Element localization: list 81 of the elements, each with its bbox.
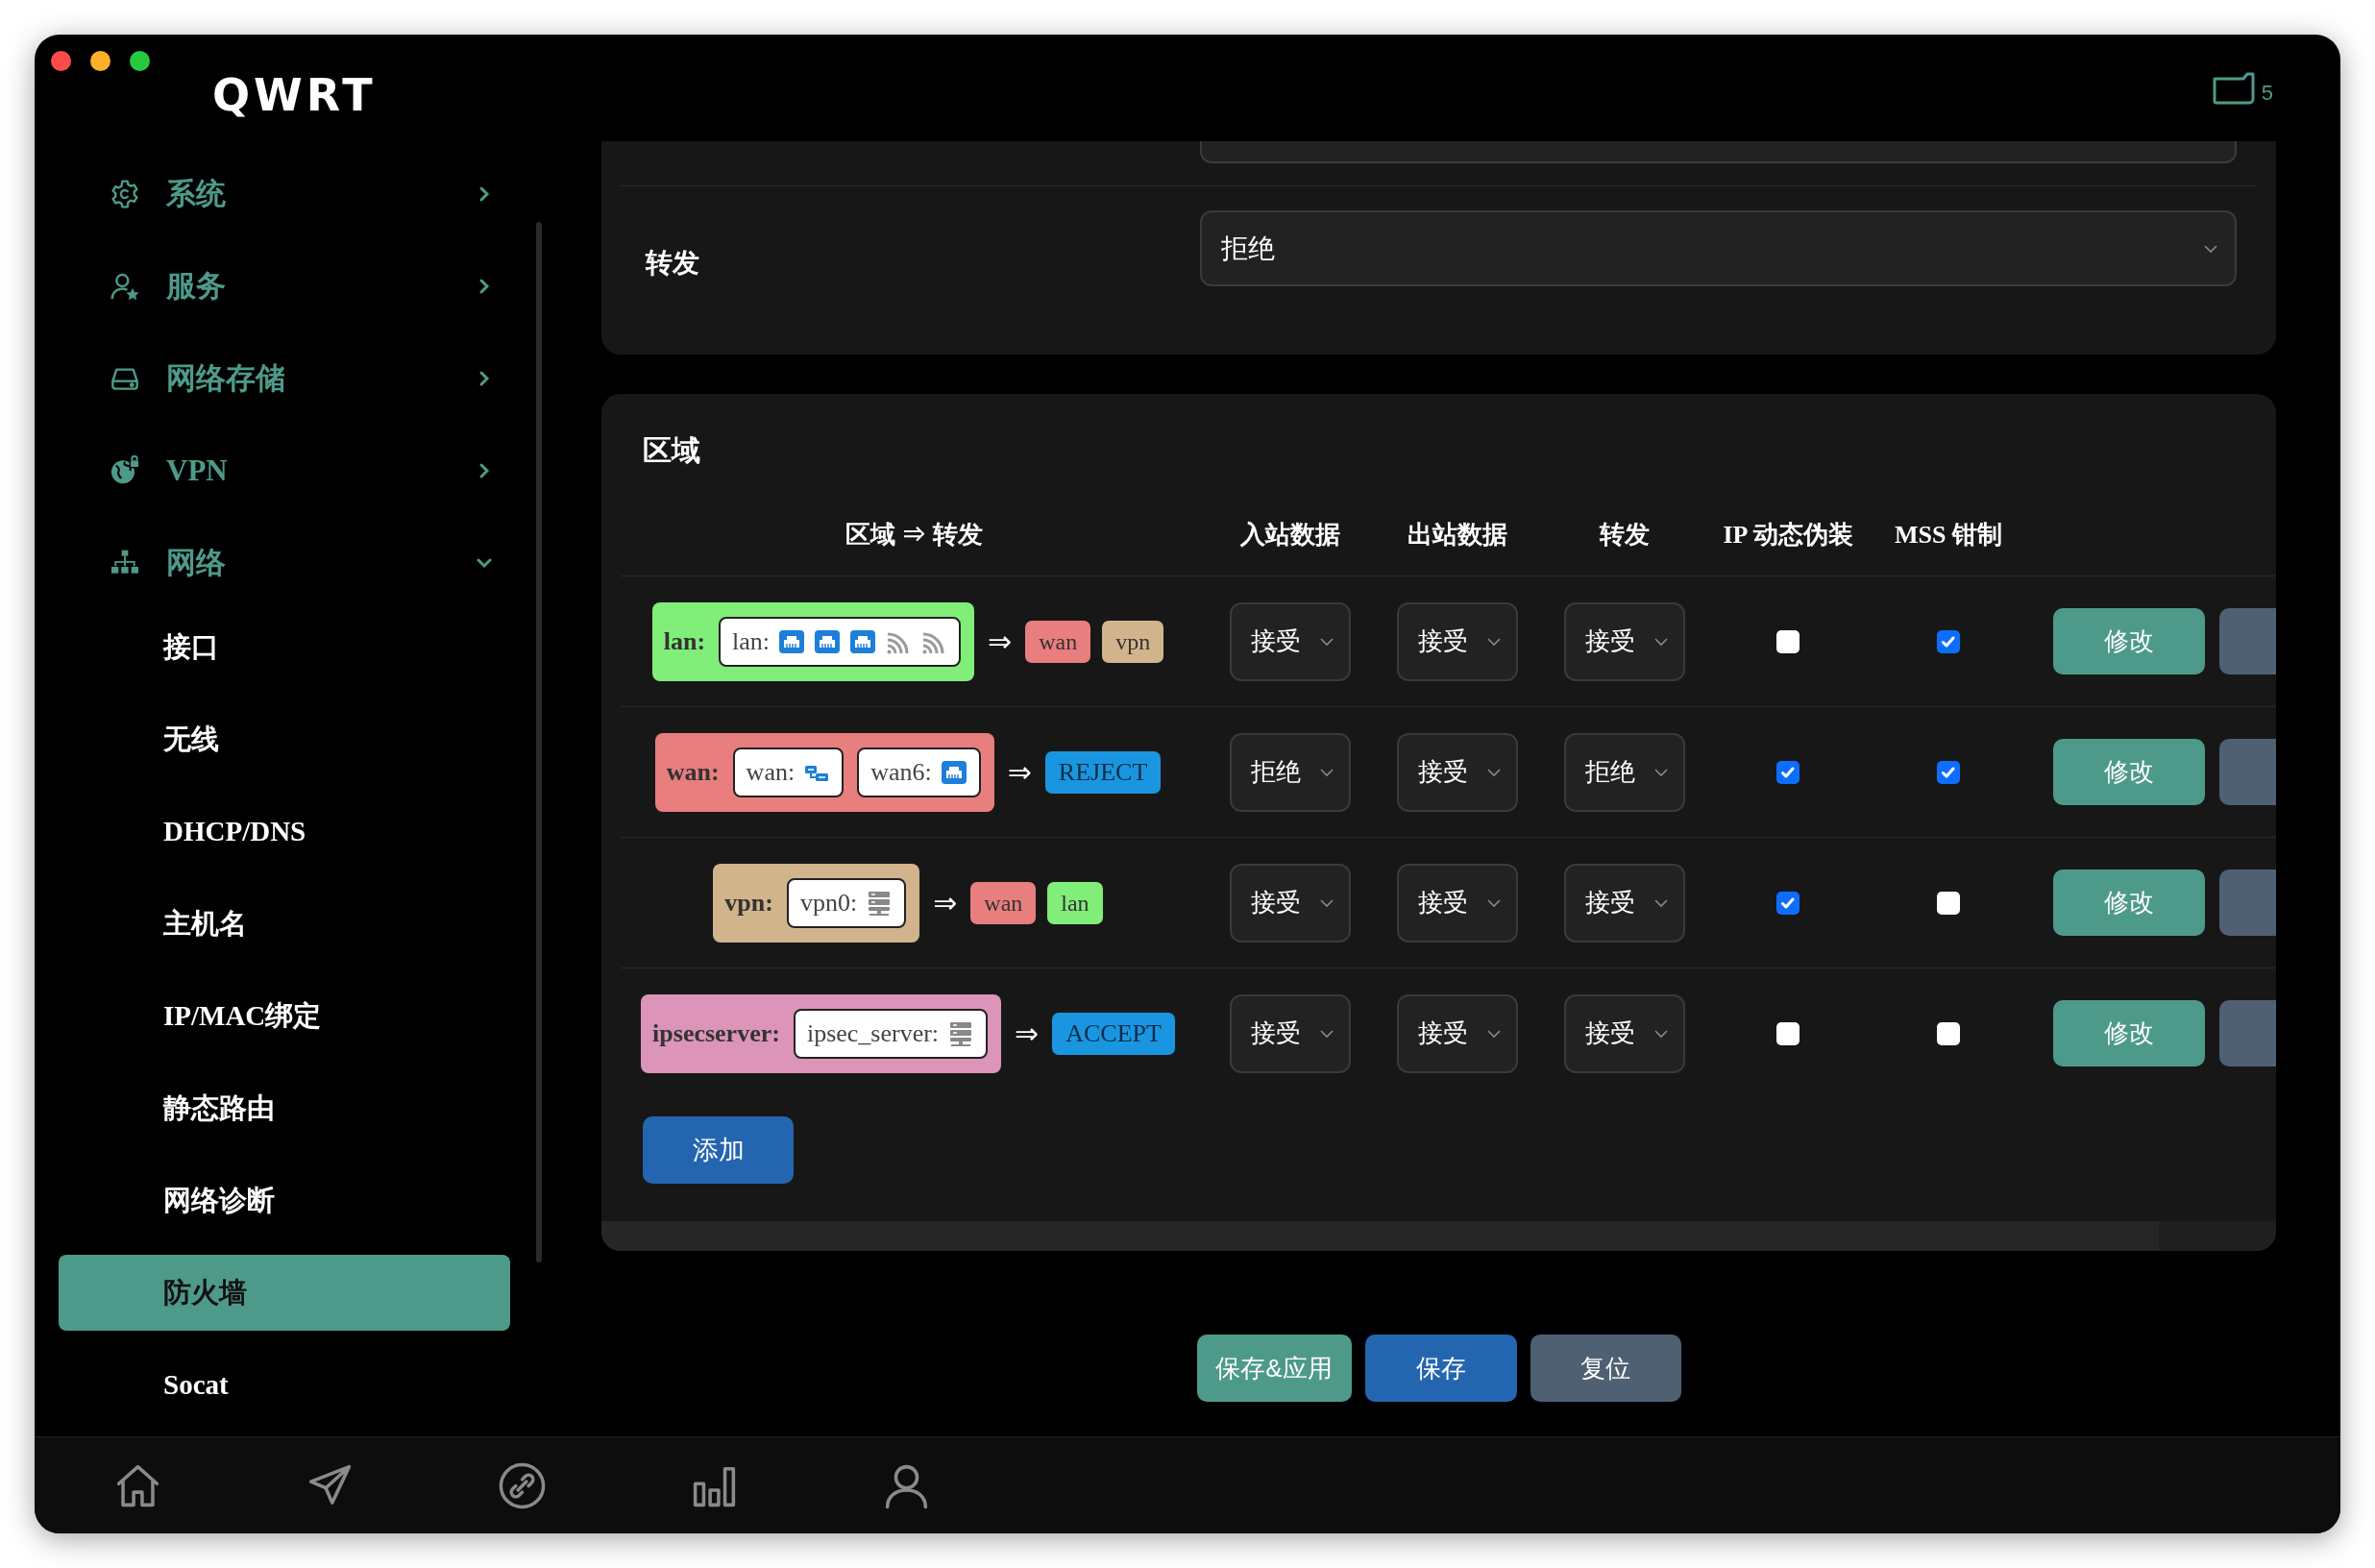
- checkbox[interactable]: [1937, 760, 1960, 784]
- checkbox[interactable]: [1937, 891, 1960, 915]
- scrollbar[interactable]: [536, 222, 542, 1262]
- zone-tag: wan: [1025, 620, 1091, 663]
- arrow: ⇒: [1015, 1016, 1040, 1052]
- column-header: 区域 ⇒ 转发: [844, 520, 984, 551]
- folder-icon[interactable]: [2211, 70, 2256, 106]
- minimize-dot[interactable]: [90, 51, 110, 71]
- dropdown[interactable]: 接受: [1397, 993, 1518, 1073]
- dropdown[interactable]: 接受: [1230, 601, 1351, 681]
- sidebar-subitem[interactable]: 主机名: [59, 886, 510, 962]
- device-label: ipsec_server:: [806, 1018, 940, 1049]
- column-header: 入站数据: [1238, 520, 1341, 551]
- column-header: IP 动态伪装: [1722, 520, 1854, 551]
- sidebar-subitem[interactable]: Socat: [59, 1347, 510, 1423]
- app-logo-text: QWRT: [212, 70, 378, 120]
- select-field[interactable]: [1200, 141, 2237, 163]
- zone-label: lan:: [663, 626, 706, 657]
- device-label: wan:: [746, 757, 796, 788]
- count-label: 5: [2261, 80, 2273, 107]
- dropdown[interactable]: 接受: [1564, 601, 1685, 681]
- arrow: ⇒: [1007, 754, 1032, 791]
- zone-tag: REJECT: [1044, 750, 1162, 794]
- ethernet-port-icon: [849, 628, 877, 654]
- sidebar-subitem[interactable]: 静态路由: [59, 1070, 510, 1146]
- zone-tag: lan: [1047, 881, 1103, 924]
- checkbox[interactable]: [1776, 760, 1800, 784]
- horizontal-scrollbar[interactable]: [601, 1221, 2276, 1251]
- ethernet-port-icon: [814, 628, 842, 654]
- gear-icon: [110, 179, 140, 209]
- dropdown[interactable]: 接受: [1564, 993, 1685, 1073]
- sidebar-item[interactable]: 网络存储: [59, 332, 510, 425]
- checkbox[interactable]: [1937, 629, 1960, 653]
- sidebar-item[interactable]: 网络: [59, 517, 510, 609]
- zone-tag: wan: [970, 881, 1037, 924]
- zone-label: ipsecserver:: [652, 1018, 780, 1049]
- sidebar-subitem[interactable]: 无线: [59, 701, 510, 777]
- reset-button[interactable]: 复位: [1530, 1335, 1681, 1402]
- sidebar-subitem[interactable]: IP/MAC绑定: [59, 978, 510, 1054]
- dropdown[interactable]: 拒绝: [1230, 732, 1351, 812]
- save-button[interactable]: 保存: [1364, 1335, 1517, 1402]
- sidebar-item[interactable]: VPN: [59, 425, 510, 517]
- dropdown[interactable]: 接受: [1230, 863, 1351, 943]
- dropdown[interactable]: 接受: [1397, 601, 1518, 681]
- checkbox[interactable]: [1776, 629, 1800, 653]
- sidebar-subitem[interactable]: 防火墙: [59, 1255, 510, 1331]
- user-star-icon: [110, 271, 140, 302]
- arrow: ⇒: [933, 885, 958, 921]
- device-label: lan:: [732, 626, 771, 657]
- dropdown[interactable]: 拒绝: [1200, 210, 2237, 286]
- zoom-dot[interactable]: [130, 51, 150, 71]
- dropdown[interactable]: 拒绝: [1564, 732, 1685, 812]
- add-button[interactable]: 添加: [643, 1116, 794, 1185]
- section-title: 区域: [643, 434, 701, 467]
- arrow: ⇒: [988, 624, 1013, 660]
- checkbox[interactable]: [1937, 1021, 1960, 1045]
- column-header: 出站数据: [1407, 520, 1508, 551]
- sidebar-subitem[interactable]: 网络诊断: [59, 1163, 510, 1238]
- field-label: 转发: [646, 247, 700, 280]
- dropdown[interactable]: 接受: [1564, 863, 1685, 943]
- dropdown[interactable]: 接受: [1230, 993, 1351, 1073]
- dropdown[interactable]: 接受: [1397, 732, 1518, 812]
- ethernet-port-icon: [778, 628, 806, 654]
- sidebar-subitem[interactable]: 接口: [59, 609, 510, 685]
- ethernet-port-icon: [940, 759, 967, 785]
- checkbox[interactable]: [1776, 1021, 1800, 1045]
- sidebar-item[interactable]: 服务: [59, 240, 510, 332]
- checkbox[interactable]: [1776, 891, 1800, 915]
- close-dot[interactable]: [51, 51, 71, 71]
- device-label: wan6:: [870, 757, 932, 788]
- zone-tag: ACCEPT: [1052, 1012, 1175, 1055]
- zone-label: vpn:: [724, 888, 773, 919]
- sidebar-subitem[interactable]: DHCP/DNS: [59, 794, 510, 870]
- zone-label: wan:: [666, 757, 720, 788]
- sidebar-item[interactable]: 系统: [59, 148, 510, 240]
- zone-tag: vpn: [1102, 620, 1164, 663]
- globe-lock-icon: [110, 455, 140, 486]
- column-header: MSS 钳制: [1894, 520, 2003, 551]
- device-label: vpn0:: [799, 888, 858, 919]
- dropdown[interactable]: 接受: [1397, 863, 1518, 943]
- column-header: 转发: [1598, 520, 1651, 551]
